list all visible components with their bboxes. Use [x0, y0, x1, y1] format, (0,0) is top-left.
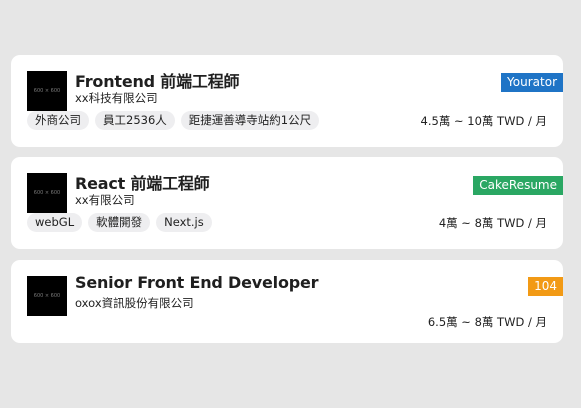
job-card[interactable]: 600 × 600 Frontend 前端工程師 xx科技有限公司 Yourat… — [11, 55, 563, 147]
salary-range: 4萬 ~ 8萬 TWD / 月 — [438, 216, 547, 230]
job-title[interactable]: React 前端工程師 — [75, 170, 210, 194]
logo-placeholder-text: 600 × 600 — [33, 88, 61, 94]
logo-placeholder-text: 600 × 600 — [33, 293, 61, 299]
source-badge: Yourator — [501, 73, 563, 92]
job-title[interactable]: Frontend 前端工程師 — [75, 68, 239, 92]
company-logo: 600 × 600 — [27, 173, 67, 213]
source-badge: 104 — [528, 277, 563, 296]
job-card[interactable]: 600 × 600 Senior Front End Developer oxo… — [11, 260, 563, 343]
tag-list: 外商公司 員工2536人 距捷運善導寺站約1公尺 — [27, 111, 320, 130]
job-tag: 外商公司 — [27, 111, 89, 130]
job-tag: 距捷運善導寺站約1公尺 — [180, 111, 320, 130]
company-name: oxox資訊股份有限公司 — [75, 296, 194, 310]
job-card[interactable]: 600 × 600 React 前端工程師 xx有限公司 CakeResume … — [11, 157, 563, 249]
job-title[interactable]: Senior Front End Developer — [75, 273, 319, 292]
company-logo: 600 × 600 — [27, 276, 67, 316]
job-tag: 軟體開發 — [88, 213, 151, 232]
job-tag: Next.js — [156, 213, 212, 232]
job-tag: 員工2536人 — [95, 111, 175, 130]
source-badge: CakeResume — [473, 176, 563, 195]
salary-range: 6.5萬 ~ 8萬 TWD / 月 — [427, 315, 547, 329]
job-tag: webGL — [27, 213, 83, 232]
company-name: xx有限公司 — [75, 193, 135, 207]
company-logo: 600 × 600 — [27, 71, 67, 111]
tag-list: webGL 軟體開發 Next.js — [27, 213, 212, 232]
company-name: xx科技有限公司 — [75, 91, 158, 105]
salary-range: 4.5萬 ~ 10萬 TWD / 月 — [420, 114, 547, 128]
logo-placeholder-text: 600 × 600 — [33, 190, 61, 196]
